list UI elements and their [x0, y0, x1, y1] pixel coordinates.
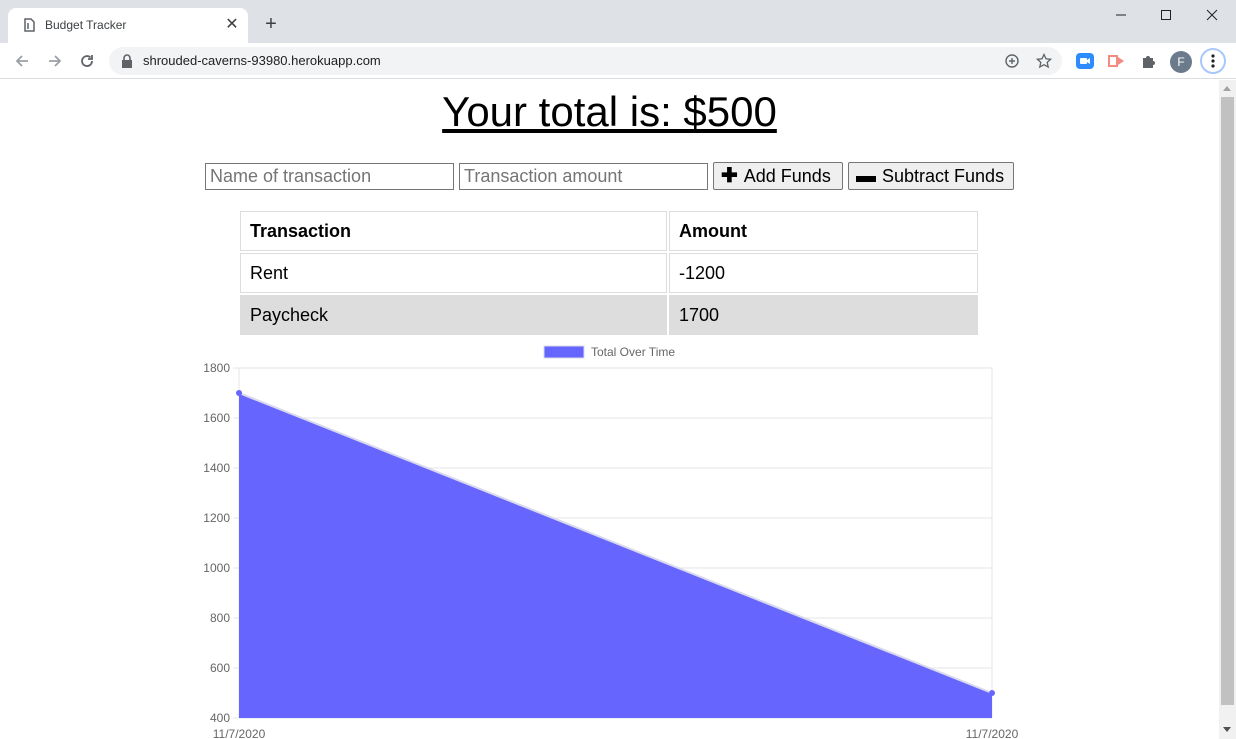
y-tick-label: 400 [210, 711, 230, 725]
page-scrollbar[interactable] [1219, 80, 1236, 739]
minimize-icon [1116, 14, 1126, 16]
new-tab-button[interactable]: + [260, 13, 282, 35]
transaction-name-input[interactable] [205, 163, 454, 190]
arrow-left-icon [15, 55, 28, 67]
x-tick-label: 11/7/2020 [966, 727, 1019, 739]
page-viewport: Your total is: $500 ✚ Add Funds ▬ Subtra… [0, 80, 1219, 739]
legend-label: Total Over Time [591, 345, 675, 359]
y-tick-label: 1000 [203, 561, 230, 575]
browser-tab[interactable]: Budget Tracker ✕ [8, 8, 248, 43]
reload-button[interactable] [75, 49, 99, 73]
add-funds-label: Add Funds [743, 165, 831, 186]
puzzle-icon [1143, 56, 1155, 68]
page-favicon-icon [24, 18, 35, 32]
scroll-down-arrow-icon[interactable] [1223, 727, 1231, 732]
media-extension-icon [1108, 55, 1124, 67]
close-icon [1206, 9, 1218, 21]
tab-strip: Budget Tracker ✕ + [0, 0, 1236, 43]
back-button[interactable] [10, 49, 34, 73]
plus-circle-icon [1005, 54, 1019, 68]
total-heading: Your total is: $500 [442, 88, 777, 135]
add-to-home-button[interactable] [1002, 51, 1022, 71]
browser-toolbar: shrouded-caverns-93980.herokuapp.com F [0, 43, 1236, 79]
transaction-amount-cell: -1200 [669, 253, 978, 293]
series-area [239, 393, 992, 718]
zoom-extension-button[interactable] [1075, 51, 1095, 71]
url-text: shrouded-caverns-93980.herokuapp.com [143, 53, 381, 68]
more-vertical-icon [1211, 54, 1215, 68]
column-header-transaction: Transaction [240, 211, 667, 251]
plus-icon: ✚ [721, 165, 738, 187]
tab-title: Budget Tracker [45, 18, 127, 32]
legend-swatch [543, 345, 585, 359]
maximize-icon [1161, 10, 1171, 20]
total-over-time-chart: 400 600 800 1000 1200 1400 1600 1800 11/7/2020 11… [203, 345, 1019, 739]
close-window-button[interactable] [1189, 0, 1235, 30]
y-tick-label: 800 [210, 611, 230, 625]
close-tab-icon[interactable]: ✕ [223, 16, 241, 34]
subtract-funds-button[interactable]: ▬ Subtract Funds [848, 162, 1014, 190]
profile-avatar[interactable]: F [1170, 51, 1192, 73]
subtract-funds-label: Subtract Funds [882, 165, 1005, 186]
scrollbar-thumb[interactable] [1221, 97, 1234, 705]
lock-icon [122, 54, 132, 68]
transaction-name-cell: Paycheck [240, 295, 667, 335]
table-row: Rent -1200 [240, 253, 978, 293]
minus-icon: ▬ [856, 165, 876, 187]
y-tick-label: 1200 [203, 511, 230, 525]
y-tick-label: 1800 [203, 361, 230, 375]
data-point [236, 390, 242, 396]
data-point [989, 690, 995, 696]
arrow-right-icon [49, 55, 62, 67]
zoom-icon [1076, 53, 1094, 69]
browser-menu-button[interactable] [1200, 48, 1226, 74]
transaction-amount-input[interactable] [459, 163, 708, 190]
maximize-button[interactable] [1143, 0, 1189, 30]
extensions-button[interactable] [1139, 51, 1159, 71]
table-row: Paycheck 1700 [240, 295, 978, 335]
x-tick-label: 11/7/2020 [213, 727, 266, 739]
y-tick-label: 1600 [203, 411, 230, 425]
y-tick-label: 600 [210, 661, 230, 675]
transaction-name-cell: Rent [240, 253, 667, 293]
add-funds-button[interactable]: ✚ Add Funds [713, 162, 843, 190]
transactions-table: Transaction Amount Rent -1200 Paycheck 1… [238, 209, 980, 337]
column-header-amount: Amount [669, 211, 978, 251]
transaction-amount-cell: 1700 [669, 295, 978, 335]
star-icon [1036, 53, 1052, 69]
reload-icon [81, 55, 93, 67]
bookmark-button[interactable] [1034, 51, 1054, 71]
y-tick-label: 1400 [203, 461, 230, 475]
forward-button[interactable] [43, 49, 67, 73]
minimize-button[interactable] [1098, 0, 1144, 30]
scroll-up-arrow-icon[interactable] [1223, 86, 1231, 91]
cast-extension-button[interactable] [1107, 51, 1127, 71]
address-bar[interactable]: shrouded-caverns-93980.herokuapp.com [109, 47, 1062, 75]
table-header-row: Transaction Amount [240, 211, 978, 251]
